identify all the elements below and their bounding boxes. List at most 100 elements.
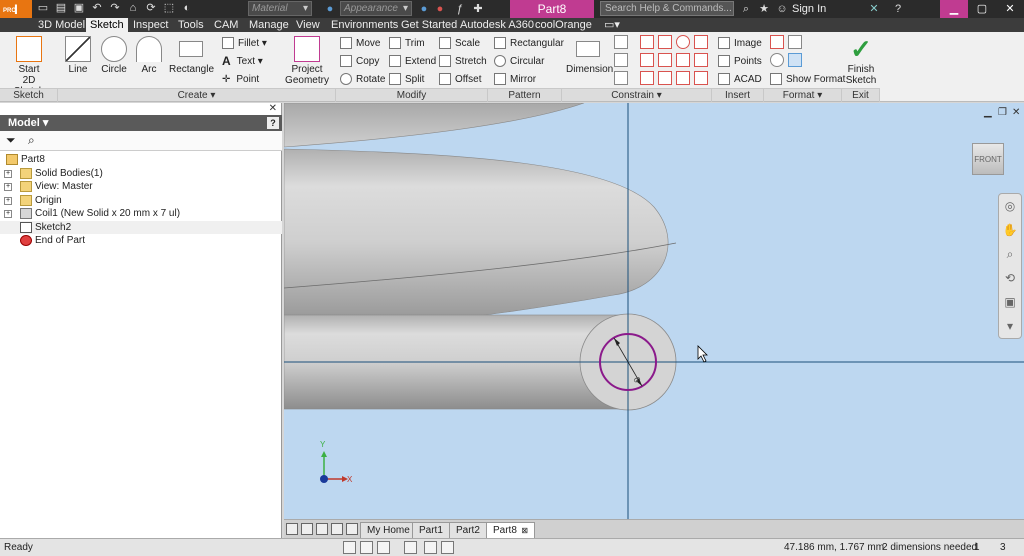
maximize-button[interactable]: ▢: [968, 0, 996, 18]
undo-icon[interactable]: ↶: [90, 1, 104, 15]
tree-item-origin[interactable]: + Origin: [0, 194, 282, 208]
rectangular-pattern-button[interactable]: Rectangular: [494, 35, 564, 51]
graphics-viewport[interactable]: 6 Y X ▁ ❐ ✕ FRONT ◎ ✋ ⌕ ⟲ ▣ ▾: [284, 103, 1024, 519]
construction-icon[interactable]: [770, 35, 784, 49]
measure-icon[interactable]: ✚: [470, 1, 486, 17]
filter-icon[interactable]: ⏷: [6, 133, 16, 148]
vertical-constraint-icon[interactable]: [694, 53, 708, 67]
steering-wheel-icon[interactable]: ◎: [999, 194, 1021, 218]
group-label-constrain[interactable]: Constrain ▾: [562, 89, 712, 102]
tile-horizontal-icon[interactable]: [286, 523, 298, 535]
infer-constraints-icon[interactable]: [614, 53, 628, 67]
open-file-icon[interactable]: ▤: [54, 1, 68, 15]
mirror-button[interactable]: Mirror: [494, 71, 536, 87]
ribbon-display-toggle[interactable]: ▭▾: [600, 18, 624, 32]
center-point-icon[interactable]: [770, 53, 784, 67]
centerline-icon[interactable]: [788, 35, 802, 49]
tab-get-started[interactable]: Get Started: [397, 18, 461, 32]
rectangle-button[interactable]: Rectangle: [169, 36, 214, 75]
extend-button[interactable]: Extend: [389, 53, 436, 69]
text-button[interactable]: A Text ▾: [222, 53, 263, 69]
split-button[interactable]: Split: [389, 71, 424, 87]
group-label-format[interactable]: Format ▾: [764, 89, 842, 102]
adjust-appearance-icon[interactable]: ●: [416, 1, 432, 17]
doctab-my-home[interactable]: My Home: [360, 522, 417, 538]
fix-constraint-icon[interactable]: [694, 35, 708, 49]
tab-tools[interactable]: Tools: [174, 18, 208, 32]
look-at-icon[interactable]: ▣: [999, 290, 1021, 314]
coincident-constraint-icon[interactable]: [640, 35, 654, 49]
pan-icon[interactable]: ✋: [999, 218, 1021, 242]
viewport-close-icon[interactable]: ✕: [1012, 107, 1020, 118]
browser-help-icon[interactable]: ?: [267, 117, 279, 129]
close-icon[interactable]: ✕: [269, 103, 277, 114]
doctab-part1[interactable]: Part1: [412, 522, 450, 538]
show-constraints-icon[interactable]: [614, 71, 628, 85]
symmetric-constraint-icon[interactable]: [676, 71, 690, 85]
smooth-constraint-icon[interactable]: [658, 71, 672, 85]
acad-button[interactable]: ACAD: [718, 71, 762, 87]
binoculars-icon[interactable]: ⌕: [28, 133, 35, 148]
color-override-icon[interactable]: ◐: [180, 1, 194, 15]
doctab-part8[interactable]: Part8 ⊠: [486, 522, 536, 538]
doctab-part2[interactable]: Part2: [449, 522, 487, 538]
tile-vertical-icon[interactable]: [301, 523, 313, 535]
tree-item-sketch2[interactable]: Sketch2: [0, 220, 282, 234]
expand-icon[interactable]: +: [4, 169, 12, 178]
offset-button[interactable]: Offset: [439, 71, 482, 87]
perpendicular-constraint-icon[interactable]: [658, 53, 672, 67]
update-icon[interactable]: ⟳: [144, 1, 158, 15]
stretch-button[interactable]: Stretch: [439, 53, 487, 69]
close-icon[interactable]: ⊠: [517, 526, 528, 535]
orbit-icon[interactable]: ⟲: [999, 266, 1021, 290]
tangent-constraint-icon[interactable]: [640, 71, 654, 85]
minimize-button[interactable]: ▁: [940, 0, 968, 18]
cursor-display-icon[interactable]: [441, 541, 454, 554]
horizontal-constraint-icon[interactable]: [676, 53, 690, 67]
line-button[interactable]: Line: [63, 36, 93, 75]
arrange-icon[interactable]: [331, 523, 343, 535]
app-logo[interactable]: I PRO: [0, 0, 32, 18]
zoom-icon[interactable]: ⌕: [999, 242, 1021, 266]
viewport-minimize-icon[interactable]: ▁: [984, 107, 992, 118]
points-button[interactable]: Points: [718, 53, 762, 69]
snap-icon[interactable]: [404, 541, 417, 554]
tree-item-part8[interactable]: Part8: [0, 153, 282, 167]
tree-item-view-master[interactable]: + View: Master: [0, 180, 282, 194]
tab-sketch[interactable]: Sketch: [86, 18, 128, 32]
auto-dimension-icon[interactable]: [614, 35, 628, 49]
redo-icon[interactable]: ↷: [108, 1, 122, 15]
select-icon[interactable]: ⬚: [162, 1, 176, 15]
home-icon[interactable]: ⌂: [126, 1, 140, 15]
point-button[interactable]: ✛ Point: [222, 71, 259, 87]
move-button[interactable]: Move: [340, 35, 380, 51]
viewport-restore-icon[interactable]: ❐: [998, 107, 1007, 118]
scale-button[interactable]: Scale: [439, 35, 480, 51]
trim-button[interactable]: Trim: [389, 35, 425, 51]
show-format-button[interactable]: Show Format: [770, 71, 845, 87]
equal-constraint-icon[interactable]: [694, 71, 708, 85]
tab-inspect[interactable]: Inspect: [129, 18, 172, 32]
dimension-button[interactable]: Dimension: [566, 36, 613, 75]
tab-manage[interactable]: Manage: [245, 18, 293, 32]
group-label-create[interactable]: Create ▾: [58, 89, 336, 102]
chevron-down-icon[interactable]: ▾: [40, 117, 49, 129]
sign-in-link[interactable]: Sign In: [792, 1, 826, 17]
collinear-constraint-icon[interactable]: [658, 35, 672, 49]
close-window-button[interactable]: ✕: [996, 0, 1024, 18]
binoculars-icon[interactable]: ⌕: [738, 1, 754, 17]
circular-pattern-button[interactable]: Circular: [494, 53, 544, 69]
tab-3d-model[interactable]: 3D Model: [34, 18, 89, 32]
tree-item-end-of-part[interactable]: End of Part: [0, 234, 282, 248]
tab-cam[interactable]: CAM: [210, 18, 242, 32]
cascade-icon[interactable]: [316, 523, 328, 535]
tab-view[interactable]: View: [292, 18, 324, 32]
copy-button[interactable]: Copy: [340, 53, 379, 69]
sketch-constraint-icon[interactable]: [360, 541, 373, 554]
tab-coolorange[interactable]: coolOrange: [531, 18, 596, 32]
rotate-button[interactable]: Rotate: [340, 71, 385, 87]
expand-icon[interactable]: +: [4, 183, 12, 191]
search-input[interactable]: Search Help & Commands...: [600, 1, 734, 16]
material-dropdown[interactable]: Material ▾: [248, 1, 312, 16]
new-file-icon[interactable]: ▭: [36, 1, 50, 15]
